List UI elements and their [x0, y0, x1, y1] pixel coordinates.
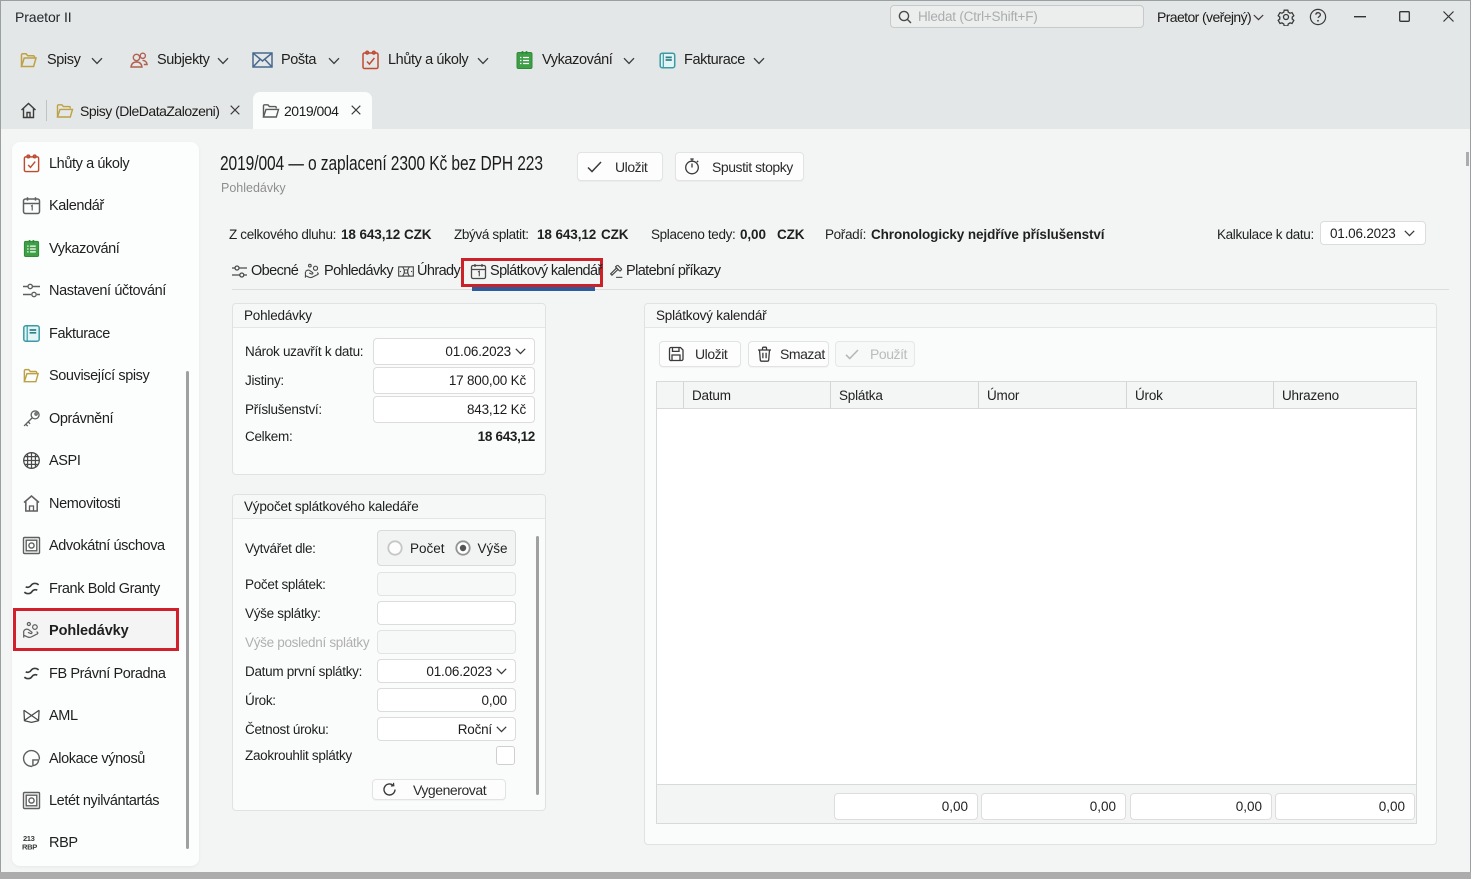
- svg-text:RBP: RBP: [22, 843, 37, 852]
